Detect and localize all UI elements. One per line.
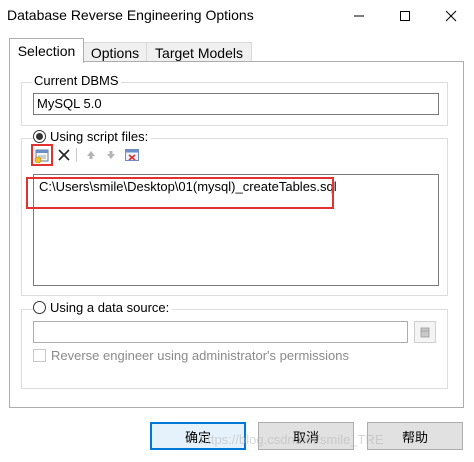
maximize-button[interactable] [382,0,428,32]
data-source-label: Using a data source: [50,300,170,315]
move-up-icon [87,151,95,159]
tab-target-models[interactable]: Target Models [146,42,252,62]
admin-permissions-checkbox[interactable] [33,349,46,362]
maximize-icon [400,11,410,21]
highlight-box [26,177,334,209]
move-down-button[interactable] [102,146,120,164]
minimize-button[interactable] [336,0,382,32]
data-source-radio[interactable] [33,301,46,314]
data-source-field[interactable] [33,321,408,343]
script-files-label: Using script files: [50,129,149,144]
add-file-button[interactable] [33,146,51,164]
script-files-radio[interactable] [33,130,46,143]
window-title: Database Reverse Engineering Options [7,7,254,23]
move-up-button[interactable] [82,146,100,164]
clear-list-button[interactable] [123,146,141,164]
add-file-icon [34,149,49,163]
cancel-label: 取消 [292,430,319,446]
tab-selection[interactable]: Selection [9,38,84,63]
ok-button[interactable]: 确定 [150,422,246,450]
toolbar-separator [76,148,77,162]
close-icon [445,10,457,22]
cancel-button[interactable]: 取消 [258,422,354,450]
selection-panel: Current DBMS MySQL 5.0 Using script file… [9,61,464,408]
ok-label: 确定 [184,430,211,446]
help-button[interactable]: 帮助 [367,422,463,450]
title-bar: Database Reverse Engineering Options [0,0,474,32]
data-source-option[interactable]: Using a data source: [33,300,173,315]
tab-label: Options [90,44,140,61]
delete-button[interactable] [55,146,73,164]
minimize-icon [354,15,364,17]
close-button[interactable] [428,0,474,32]
script-files-option[interactable]: Using script files: [33,129,152,144]
clear-list-icon [125,149,139,161]
admin-permissions-label: Reverse engineer using administrator's p… [51,348,350,363]
tab-label: Target Models [155,44,243,61]
move-down-icon [107,151,115,159]
database-icon [420,327,430,338]
current-dbms-value: MySQL 5.0 [37,96,102,111]
delete-icon [58,149,70,161]
tab-options[interactable]: Options [83,42,147,62]
current-dbms-field: MySQL 5.0 [33,93,439,115]
admin-permissions-option[interactable]: Reverse engineer using administrator's p… [33,348,349,363]
tab-label: Selection [17,43,76,59]
data-source-browse-button[interactable] [414,321,436,343]
current-dbms-legend: Current DBMS [32,73,121,88]
help-label: 帮助 [401,430,428,446]
